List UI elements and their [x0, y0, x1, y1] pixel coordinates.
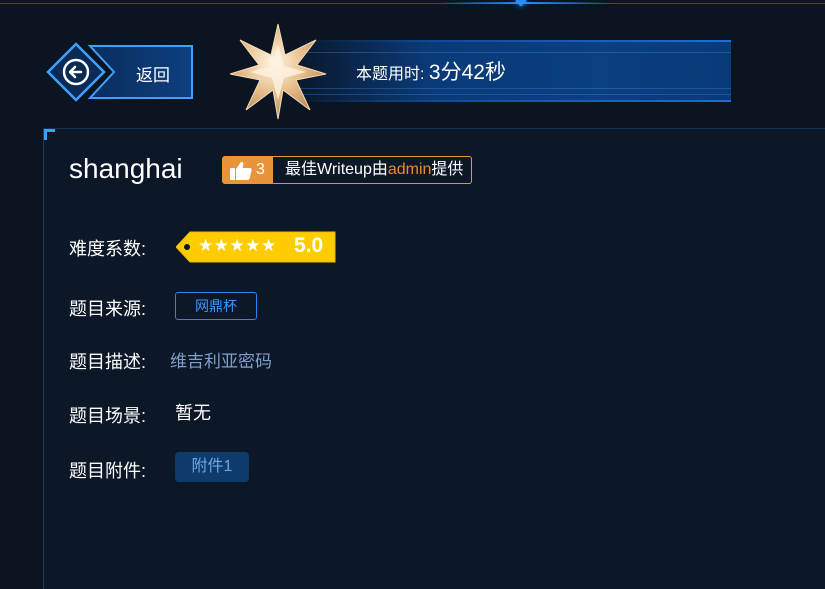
back-button[interactable]: 返回	[42, 40, 197, 106]
challenge-panel	[43, 128, 825, 589]
source-label: 题目来源:	[69, 299, 147, 319]
challenge-title: shanghai	[69, 153, 183, 184]
difficulty-label: 难度系数:	[69, 239, 147, 259]
source-tag[interactable]: 网鼎杯	[175, 292, 257, 320]
scene-label: 题目场景:	[69, 406, 147, 426]
like-button[interactable]: 3	[222, 156, 273, 184]
panel-corner-ornament	[44, 129, 55, 140]
arrow-left-icon	[62, 58, 90, 86]
back-button-label: 返回	[136, 66, 170, 85]
description-label: 题目描述:	[69, 352, 147, 372]
thumbs-up-icon	[230, 161, 252, 180]
timer-readout: 本题用时: 3分42秒	[356, 56, 506, 86]
writeup-author: admin	[387, 161, 432, 178]
timer-label: 本题用时:	[356, 66, 425, 83]
scene-value: 暂无	[175, 403, 211, 423]
attachment-label: 题目附件:	[69, 461, 147, 481]
best-writeup-link[interactable]: 最佳Writeup由admin提供	[273, 156, 473, 184]
star-badge-icon	[229, 23, 327, 120]
top-divider	[0, 3, 825, 4]
timer-value: 3分42秒	[428, 61, 506, 84]
writeup-prefix: 最佳Writeup由	[285, 161, 388, 178]
like-count: 3	[256, 161, 265, 178]
writeup-suffix: 提供	[431, 161, 464, 178]
description-value: 维吉利亚密码	[170, 352, 272, 371]
difficulty-rating: ★★★★★ 5.0	[176, 230, 337, 264]
rating-value: 5.0	[294, 234, 324, 257]
rating-stars: ★★★★★	[198, 236, 277, 255]
attachment-button[interactable]: 附件1	[175, 452, 249, 482]
